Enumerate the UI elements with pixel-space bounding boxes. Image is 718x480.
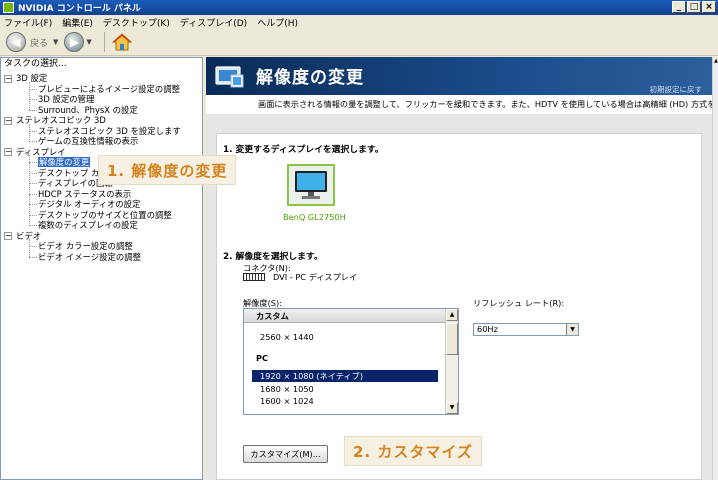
collapse-icon[interactable]: − xyxy=(4,74,12,83)
tree-guide-line xyxy=(29,239,30,257)
resolution-group-header: カスタム xyxy=(244,309,445,323)
step1-heading: 1. 変更するディスプレイを選択します。 xyxy=(223,145,384,155)
tree-item[interactable]: ステレオスコピック 3D を設定します xyxy=(1,126,202,137)
settings-area: 1. 変更するディスプレイを選択します。 BenQ GL2750H 2. 解像度… xyxy=(216,133,702,480)
tree-item-label: ゲームの互換性情報の表示 xyxy=(38,136,139,146)
resolution-list[interactable]: カスタム 2560 × 1440 PC 1920 × 1080 (ネイティブ) 1680… xyxy=(243,308,459,415)
forward-arrow-icon[interactable]: ▶ xyxy=(64,32,85,52)
tree-item[interactable]: ビデオ カラー設定の調整 xyxy=(1,241,202,252)
nvidia-app-icon xyxy=(3,2,14,13)
display-selector[interactable] xyxy=(287,164,335,206)
collapse-icon[interactable]: − xyxy=(4,148,12,156)
resolution-option[interactable]: 2560 × 1440 xyxy=(244,331,445,343)
refresh-rate-value: 60Hz xyxy=(477,324,498,334)
tree-category[interactable]: − ステレオスコピック 3D xyxy=(1,115,202,126)
tree-item[interactable]: Surround、PhysX の設定 xyxy=(1,105,202,116)
restore-defaults-link[interactable]: 初期設定に戻す xyxy=(650,84,703,95)
page-title: 解像度の変更 xyxy=(256,68,364,88)
resolution-scrollbar[interactable]: ▲ ▼ xyxy=(445,309,458,414)
toolbar: ◀ 戻る ▼ ▶ ▼ xyxy=(0,29,718,56)
collapse-icon[interactable]: − xyxy=(4,232,12,240)
menu-bar: ファイル(F) 編集(E) デスクトップ(K) ディスプレイ(D) ヘルプ(H) xyxy=(0,15,718,29)
tree-item-label: 3D 設定の管理 xyxy=(38,94,95,104)
tree-item-label: ビデオ イメージ設定の調整 xyxy=(38,251,141,262)
tree-category[interactable]: −3D 設定 xyxy=(1,73,202,84)
resolution-option[interactable]: 1920 × 1080 (ネイティブ) xyxy=(252,370,438,382)
scroll-thumb[interactable] xyxy=(446,323,458,355)
back-label[interactable]: 戻る xyxy=(30,36,48,49)
connector-value: DVI - PC ディスプレイ xyxy=(273,272,358,282)
refresh-rate-label: リフレッシュ レート(R): xyxy=(473,298,565,308)
tree-item-label: ディスプレイ xyxy=(16,146,66,157)
tree-item-label: 3D 設定 xyxy=(16,73,48,83)
refresh-rate-select[interactable]: 60Hz ▼ xyxy=(473,323,579,336)
tree-item[interactable]: ゲームの互換性情報の表示 xyxy=(1,136,202,147)
tree-item-label: プレビューによるイメージ設定の調整 xyxy=(38,83,180,94)
back-arrow-icon[interactable]: ◀ xyxy=(6,32,26,52)
tree-item-label: デスクトップのサイズと位置の調整 xyxy=(38,209,172,220)
customize-button[interactable]: カスタマイズ(M)... xyxy=(243,445,328,463)
tree-item[interactable]: デジタル オーディオの設定 xyxy=(1,199,202,210)
page-banner: 解像度の変更 初期設定に戻す xyxy=(206,57,712,95)
content-panel: 解像度の変更 初期設定に戻す 画面に表示される情報の量を調整して、フリッカーを緩… xyxy=(206,57,718,480)
step2-heading: 2. 解像度を選択します。 xyxy=(223,252,323,262)
menu-edit[interactable]: 編集(E) xyxy=(62,16,93,29)
resolution-option[interactable]: 1600 × 1024 xyxy=(244,395,445,407)
scroll-up-icon[interactable]: ▲ xyxy=(713,57,718,65)
tree-guide-line xyxy=(29,155,30,226)
chevron-down-icon[interactable]: ▼ xyxy=(566,324,578,335)
tree-item-label: HDCP ステータスの表示 xyxy=(38,188,132,199)
annotation-step2: 2. カスタマイズ xyxy=(344,436,482,466)
maximize-button[interactable]: □ xyxy=(687,1,701,13)
toolbar-divider xyxy=(103,32,105,52)
display-resolution-icon xyxy=(215,65,245,89)
resolution-items: カスタム 2560 × 1440 PC 1920 × 1080 (ネイティブ) 1680… xyxy=(244,309,445,414)
menu-display[interactable]: ディスプレイ(D) xyxy=(180,16,247,29)
display-name[interactable]: BenQ GL2750H xyxy=(283,212,346,222)
scroll-down-icon[interactable]: ▼ xyxy=(446,402,458,414)
tree-item-label: Surround、PhysX の設定 xyxy=(38,104,138,115)
home-icon[interactable] xyxy=(111,31,133,53)
scroll-up-icon[interactable]: ▲ xyxy=(446,309,458,321)
dvi-port-icon xyxy=(243,273,265,281)
tree-item-label: ビデオ カラー設定の調整 xyxy=(38,241,133,251)
menu-help[interactable]: ヘルプ(H) xyxy=(257,16,298,29)
menu-desktop[interactable]: デスクトップ(K) xyxy=(103,16,170,29)
menu-file[interactable]: ファイル(F) xyxy=(4,16,52,29)
task-panel-header: タスクの選択... xyxy=(4,59,67,69)
minimize-button[interactable]: _ xyxy=(672,1,686,13)
title-bar: NVIDIA コントロール パネル _ □ × xyxy=(0,0,718,15)
window-title: NVIDIA コントロール パネル xyxy=(18,4,141,14)
back-dropdown-icon[interactable]: ▼ xyxy=(53,38,58,46)
annotation-step1: 1. 解像度の変更 xyxy=(98,155,237,185)
window-controls: _ □ × xyxy=(672,1,716,13)
collapse-icon[interactable]: − xyxy=(4,116,12,125)
tree-item[interactable]: HDCP ステータスの表示 xyxy=(1,189,202,200)
content-scrollbar[interactable]: ▲ xyxy=(712,57,718,480)
connector-info: DVI - PC ディスプレイ xyxy=(243,271,357,283)
page-description: 画面に表示される情報の量を調整して、フリッカーを緩和できます。また、HDTV を… xyxy=(206,95,712,114)
close-button[interactable]: × xyxy=(702,1,716,13)
tree-item[interactable]: 複数のディスプレイの設定 xyxy=(1,220,202,231)
resolution-option[interactable]: 1680 × 1050 xyxy=(244,383,445,395)
tree-item[interactable]: デスクトップのサイズと位置の調整 xyxy=(1,210,202,221)
task-panel: タスクの選択... −3D 設定 プレビューによるイメージ設定の調整 3D 設定の管… xyxy=(0,57,203,480)
monitor-icon xyxy=(295,171,327,199)
tree-category[interactable]: − ビデオ xyxy=(1,231,202,242)
tree-item[interactable]: プレビューによるイメージ設定の調整 xyxy=(1,84,202,95)
resolution-group-header: PC xyxy=(256,353,269,363)
tree-item-label: 解像度の変更 xyxy=(38,157,91,167)
tree-guide-line xyxy=(29,123,30,142)
tree-item-label: デジタル オーディオの設定 xyxy=(38,199,141,209)
tree-item[interactable]: 3D 設定の管理 xyxy=(1,94,202,105)
tree-guide-line xyxy=(29,81,30,110)
tree-item[interactable]: ビデオ イメージ設定の調整 xyxy=(1,252,202,263)
tree-item-label: 複数のディスプレイの設定 xyxy=(38,220,138,230)
tree-item-label: ステレオスコピック 3D を設定します xyxy=(38,125,181,136)
forward-dropdown-icon[interactable]: ▼ xyxy=(86,38,91,46)
